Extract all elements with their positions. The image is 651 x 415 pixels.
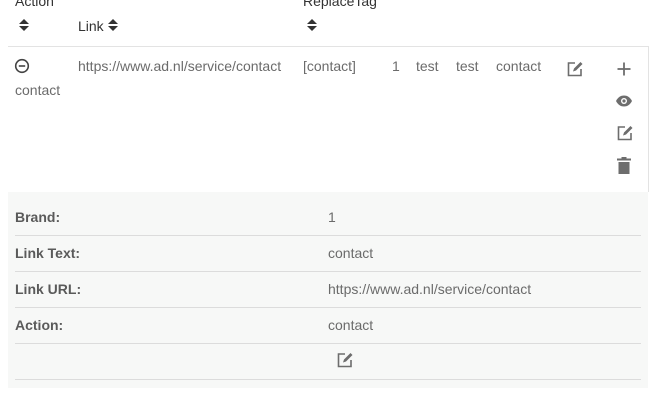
- header-action[interactable]: Action: [15, 0, 54, 9]
- row-replace-tag-cell: [contact]: [303, 58, 356, 74]
- detail-label-action: Action:: [15, 317, 64, 333]
- table-right-border: [648, 46, 649, 192]
- detail-value-link-text: contact: [328, 245, 374, 261]
- row-edit-icon[interactable]: [566, 61, 583, 78]
- minus-circle-icon[interactable]: [14, 58, 30, 74]
- sort-action-icon[interactable]: [19, 19, 29, 31]
- row-link-cell: https://www.ad.nl/service/contact: [78, 58, 282, 74]
- detail-value-action: contact: [328, 317, 374, 333]
- plus-icon[interactable]: [616, 61, 632, 77]
- detail-value-link-url: https://www.ad.nl/service/contact: [328, 281, 532, 297]
- detail-label-link-text: Link Text:: [15, 245, 81, 261]
- header-link-label: Link: [78, 18, 104, 34]
- row-brand-cell: 1: [392, 58, 400, 74]
- detail-value-brand: 1: [328, 209, 336, 225]
- detail-divider: [15, 307, 641, 308]
- header-action-label: Action: [15, 0, 54, 9]
- row-col5-cell: test: [416, 58, 439, 74]
- header-replace-tag-label: ReplaceTag: [303, 0, 377, 9]
- detail-label-brand: Brand:: [15, 209, 61, 225]
- edit-icon[interactable]: [616, 125, 633, 142]
- detail-divider: [15, 343, 641, 344]
- detail-divider: [15, 271, 641, 272]
- row-action-cell: contact: [15, 82, 61, 98]
- detail-divider: [15, 235, 641, 236]
- detail-divider: [15, 379, 641, 380]
- detail-edit-icon[interactable]: [336, 352, 353, 369]
- trash-icon[interactable]: [617, 157, 631, 174]
- eye-icon[interactable]: [615, 95, 633, 107]
- header-link[interactable]: Link: [78, 18, 104, 34]
- detail-label-link-url: Link URL:: [15, 281, 82, 297]
- sort-link-icon[interactable]: [108, 19, 118, 31]
- detail-panel: Brand: 1 Link Text: contact Link URL: ht…: [8, 192, 648, 388]
- header-replace-tag[interactable]: ReplaceTag: [303, 0, 377, 9]
- header-divider: [8, 46, 648, 47]
- row-link-text-cell: contact: [496, 58, 542, 74]
- sort-replace-tag-icon[interactable]: [307, 19, 317, 31]
- row-col6-cell: test: [456, 58, 479, 74]
